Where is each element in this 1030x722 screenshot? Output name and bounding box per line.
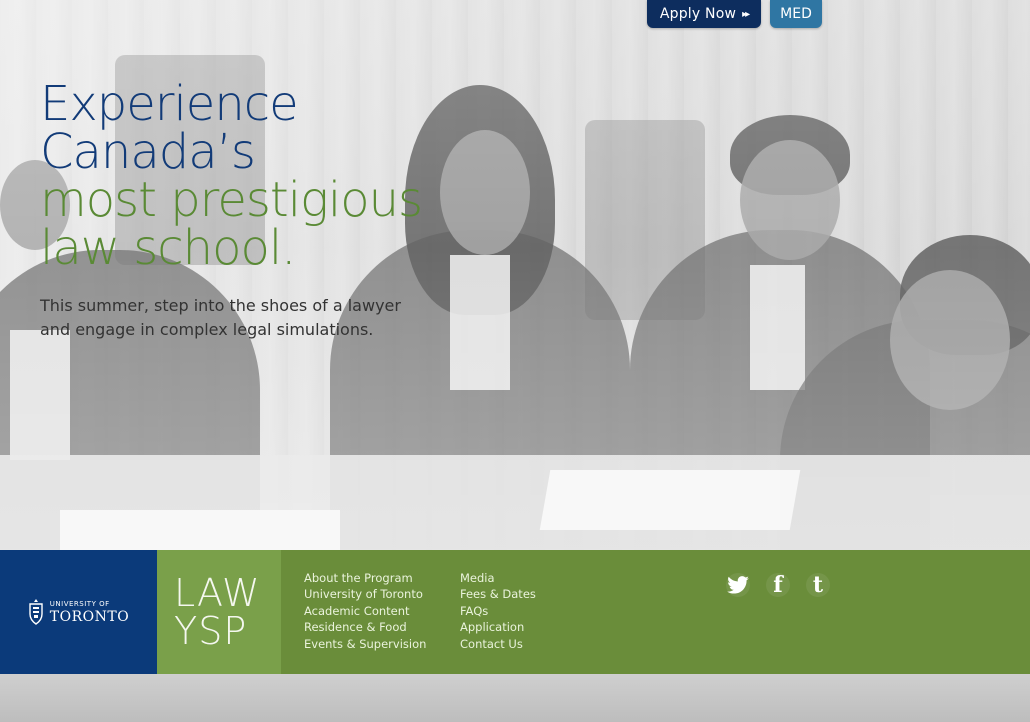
uoft-logo-link[interactable]: UNIVERSITY OF TORONTO <box>0 550 157 674</box>
twitter-icon[interactable] <box>726 573 750 597</box>
headline-line-3: most prestigious <box>40 172 423 228</box>
nav-link-faqs[interactable]: FAQs <box>460 603 536 619</box>
nav-link-events-supervision[interactable]: Events & Supervision <box>304 636 426 652</box>
tumblr-icon[interactable]: t <box>806 572 830 598</box>
footer-bar: UNIVERSITY OF TORONTO LAW YSP About the … <box>0 550 1030 674</box>
law-ysp-line-2: YSP <box>174 609 248 653</box>
nav-link-contact-us[interactable]: Contact Us <box>460 636 536 652</box>
nav-link-about-program[interactable]: About the Program <box>304 570 426 586</box>
hero-headline: Experience Canada’s most prestigious law… <box>40 80 560 272</box>
nav-link-application[interactable]: Application <box>460 619 536 635</box>
nav-link-fees-dates[interactable]: Fees & Dates <box>460 586 536 602</box>
headline-line-1: Experience <box>40 76 299 132</box>
law-ysp-line-1: LAW <box>174 571 261 615</box>
law-ysp-logo[interactable]: LAW YSP <box>157 550 281 674</box>
facebook-icon[interactable]: f <box>766 572 790 598</box>
footer-nav-column-2: Media Fees & Dates FAQs Application Cont… <box>460 570 536 652</box>
social-links: f t <box>726 572 830 598</box>
hero-subtext: This summer, step into the shoes of a la… <box>40 296 401 339</box>
headline-line-2: Canada’s <box>40 124 256 180</box>
med-label: MED <box>780 6 812 22</box>
double-chevron-right-icon: ▸▸ <box>742 9 750 20</box>
below-footer-photo <box>0 674 1030 722</box>
apply-now-label: Apply Now <box>659 6 737 22</box>
headline-line-4: law school. <box>40 220 296 276</box>
nav-link-university-of-toronto[interactable]: University of Toronto <box>304 586 426 602</box>
nav-link-media[interactable]: Media <box>460 570 536 586</box>
uoft-wordmark: UNIVERSITY OF TORONTO <box>49 599 130 625</box>
footer-nav-column-1: About the Program University of Toronto … <box>304 570 426 652</box>
med-button[interactable]: MED <box>770 0 822 28</box>
nav-link-academic-content[interactable]: Academic Content <box>304 603 426 619</box>
nav-link-residence-food[interactable]: Residence & Food <box>304 619 426 635</box>
uoft-big-text: TORONTO <box>49 608 130 625</box>
uoft-crest-icon <box>28 598 44 626</box>
apply-now-button[interactable]: Apply Now ▸▸ <box>647 0 761 28</box>
uoft-small-text: UNIVERSITY OF <box>49 599 110 608</box>
